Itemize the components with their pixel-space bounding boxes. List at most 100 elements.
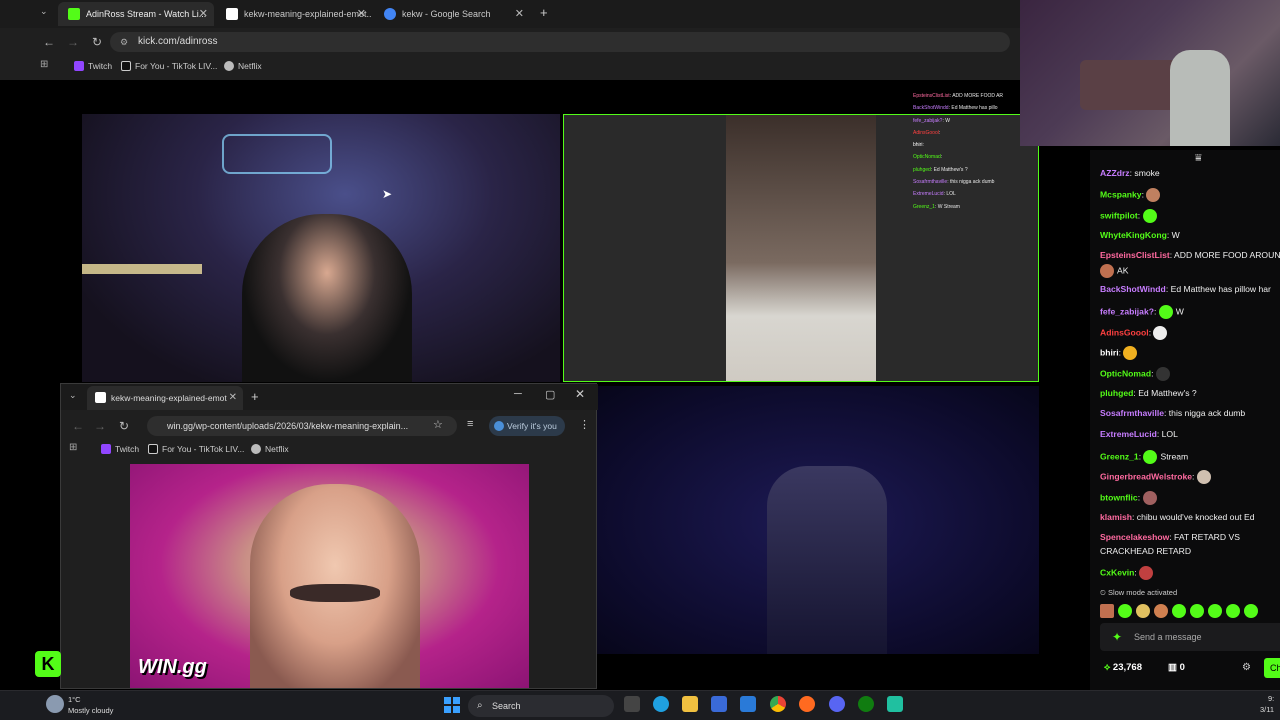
chat-message: fefe_zabijak?: W — [1100, 305, 1184, 319]
emote-icon — [1158, 305, 1173, 319]
address-bar[interactable]: ⚙ kick.com/adinross — [110, 32, 1010, 52]
back-icon[interactable]: ← — [40, 33, 58, 51]
menu-kebab-icon[interactable]: ⋮ — [579, 418, 590, 431]
chat-username[interactable]: swiftpilot — [1100, 210, 1138, 220]
emote-icon[interactable] — [1154, 603, 1168, 618]
weather-temp[interactable]: 1°C — [68, 695, 81, 704]
close-window-icon[interactable]: ✕ — [575, 387, 585, 401]
apps-grid-icon[interactable]: ⊞ — [69, 442, 77, 453]
close-tab-icon[interactable]: ✕ — [199, 2, 208, 26]
bookmark-star-icon[interactable]: ☆ — [433, 418, 443, 431]
chat-username[interactable]: Greenz_1 — [1100, 451, 1139, 461]
tab-adinross-stream[interactable]: AdinRoss Stream - Watch Li... ✕ — [58, 2, 214, 26]
gift-count[interactable]: ▥ 0 — [1168, 662, 1185, 673]
emote-icon[interactable] — [1136, 603, 1150, 618]
chat-username[interactable]: AZZdrz — [1100, 168, 1130, 178]
chat-message: swiftpilot: — [1100, 209, 1160, 223]
bookmark-label: Twitch — [115, 444, 140, 454]
close-tab-icon[interactable]: ✕ — [515, 2, 524, 26]
chat-message-input[interactable]: ✦ Send a message — [1100, 623, 1280, 651]
edge-icon[interactable] — [653, 696, 669, 712]
store-icon[interactable] — [711, 696, 727, 712]
file-explorer-icon[interactable] — [682, 696, 698, 712]
chat-username[interactable]: klamish — [1100, 512, 1132, 522]
chat-username[interactable]: Spencelakeshow — [1100, 532, 1169, 542]
bookmark-twitch[interactable]: Twitch — [74, 58, 112, 74]
bookmark-label: Netflix — [265, 444, 289, 454]
chat-username[interactable]: EpsteinsClistList — [1100, 250, 1170, 260]
win-favicon-icon — [95, 392, 106, 403]
reading-list-icon[interactable]: ≡ — [467, 418, 473, 430]
verify-button[interactable]: Verify it's you — [489, 416, 565, 436]
outlook-icon[interactable] — [740, 696, 756, 712]
new-tab-button[interactable]: + — [251, 389, 259, 404]
forward-icon[interactable]: → — [91, 417, 109, 435]
chat-username[interactable]: Mcspanky — [1100, 189, 1142, 199]
chat-username[interactable]: OpticNomad — [1100, 368, 1151, 378]
reload-icon[interactable]: ↻ — [88, 33, 106, 51]
back-icon[interactable]: ← — [69, 417, 87, 435]
windows-start-icon[interactable] — [444, 697, 460, 713]
site-info-icon[interactable]: ⚙ — [120, 32, 128, 52]
emote-icon[interactable] — [1172, 603, 1186, 618]
emote-icon[interactable] — [1244, 603, 1258, 618]
chat-username[interactable]: AdinsGoool — [1100, 327, 1149, 337]
taskbar-search[interactable]: ⌕ Search — [468, 695, 614, 717]
minimize-icon[interactable]: ─ — [514, 388, 522, 400]
discord-icon[interactable] — [829, 696, 845, 712]
emote-icon[interactable] — [1118, 603, 1132, 618]
emote-icon[interactable] — [1226, 603, 1240, 618]
chat-filter-icon[interactable]: ⩸ — [1195, 152, 1202, 165]
close-tab-icon[interactable]: ✕ — [229, 386, 237, 410]
reload-icon[interactable]: ↻ — [115, 417, 133, 435]
chat-username[interactable]: BackShotWindd — [1100, 284, 1166, 294]
xbox-icon[interactable] — [858, 696, 874, 712]
bookmark-tiktok[interactable]: For You - TikTok LIV... — [148, 441, 244, 457]
close-tab-icon[interactable]: ✕ — [357, 2, 366, 26]
chat-message: bhiri: — [1100, 346, 1140, 360]
overlay-chat-line: fefe_zabijak?: W — [913, 117, 950, 124]
chrome-icon[interactable] — [770, 696, 786, 712]
clock-time[interactable]: 9: — [1268, 694, 1274, 703]
forward-icon[interactable]: → — [64, 33, 82, 51]
chat-username[interactable]: CxKevin — [1100, 567, 1134, 577]
chat-username[interactable]: ExtremeLucid — [1100, 429, 1157, 439]
bookmark-netflix[interactable]: Netflix — [224, 58, 262, 74]
bookmark-tiktok[interactable]: For You - TikTok LIV... — [121, 58, 217, 74]
chat-username[interactable]: bhiri — [1100, 347, 1119, 357]
apps-grid-icon[interactable]: ⊞ — [40, 59, 48, 70]
maximize-icon[interactable]: ▢ — [545, 388, 555, 401]
address-bar[interactable]: win.gg/wp-content/uploads/2026/03/kekw-m… — [147, 416, 457, 436]
weather-icon[interactable] — [46, 695, 64, 713]
stream-video-room[interactable] — [597, 386, 1039, 654]
kick-logo-icon[interactable]: K — [35, 651, 61, 677]
firefox-icon[interactable] — [799, 696, 815, 712]
app-icon[interactable] — [887, 696, 903, 712]
bookmark-netflix[interactable]: Netflix — [251, 441, 289, 457]
tab-kekw-meaning[interactable]: kekw-meaning-explained-emot ✕ — [87, 386, 243, 410]
clock-date[interactable]: 3/11 — [1260, 705, 1274, 714]
tab-google-search[interactable]: kekw - Google Search ✕ — [374, 2, 530, 26]
new-tab-button[interactable]: + — [540, 5, 548, 20]
tab-label: kekw-meaning-explained-emot... — [244, 9, 372, 19]
chat-username[interactable]: btownflic — [1100, 492, 1138, 502]
chat-send-button[interactable]: Ch — [1264, 658, 1280, 678]
sparkle-icon[interactable]: ✦ — [1112, 623, 1122, 651]
chat-username[interactable]: fefe_zabijak? — [1100, 306, 1154, 316]
chat-username[interactable]: GingerbreadWelstroke — [1100, 471, 1192, 481]
bookmark-twitch[interactable]: Twitch — [101, 441, 139, 457]
chat-username[interactable]: WhyteKingKong — [1100, 230, 1167, 240]
task-view-icon[interactable] — [624, 696, 640, 712]
weather-desc[interactable]: Mostly cloudy — [68, 706, 113, 715]
chat-settings-icon[interactable]: ⚙ — [1242, 662, 1251, 673]
stream-video-main[interactable]: ➤ — [82, 114, 560, 382]
emote-icon[interactable] — [1208, 603, 1222, 618]
chat-username[interactable]: pluhged — [1100, 388, 1133, 398]
emote-icon[interactable] — [1100, 603, 1114, 618]
emote-icon[interactable] — [1190, 603, 1204, 618]
emote-icon — [1123, 346, 1138, 360]
tab-kekw-meaning[interactable]: kekw-meaning-explained-emot... ✕ — [216, 2, 372, 26]
tab-search-icon[interactable]: ⌄ — [69, 390, 77, 401]
tab-search-icon[interactable]: ⌄ — [40, 6, 48, 17]
chat-username[interactable]: Sosafrmthaville — [1100, 408, 1164, 418]
